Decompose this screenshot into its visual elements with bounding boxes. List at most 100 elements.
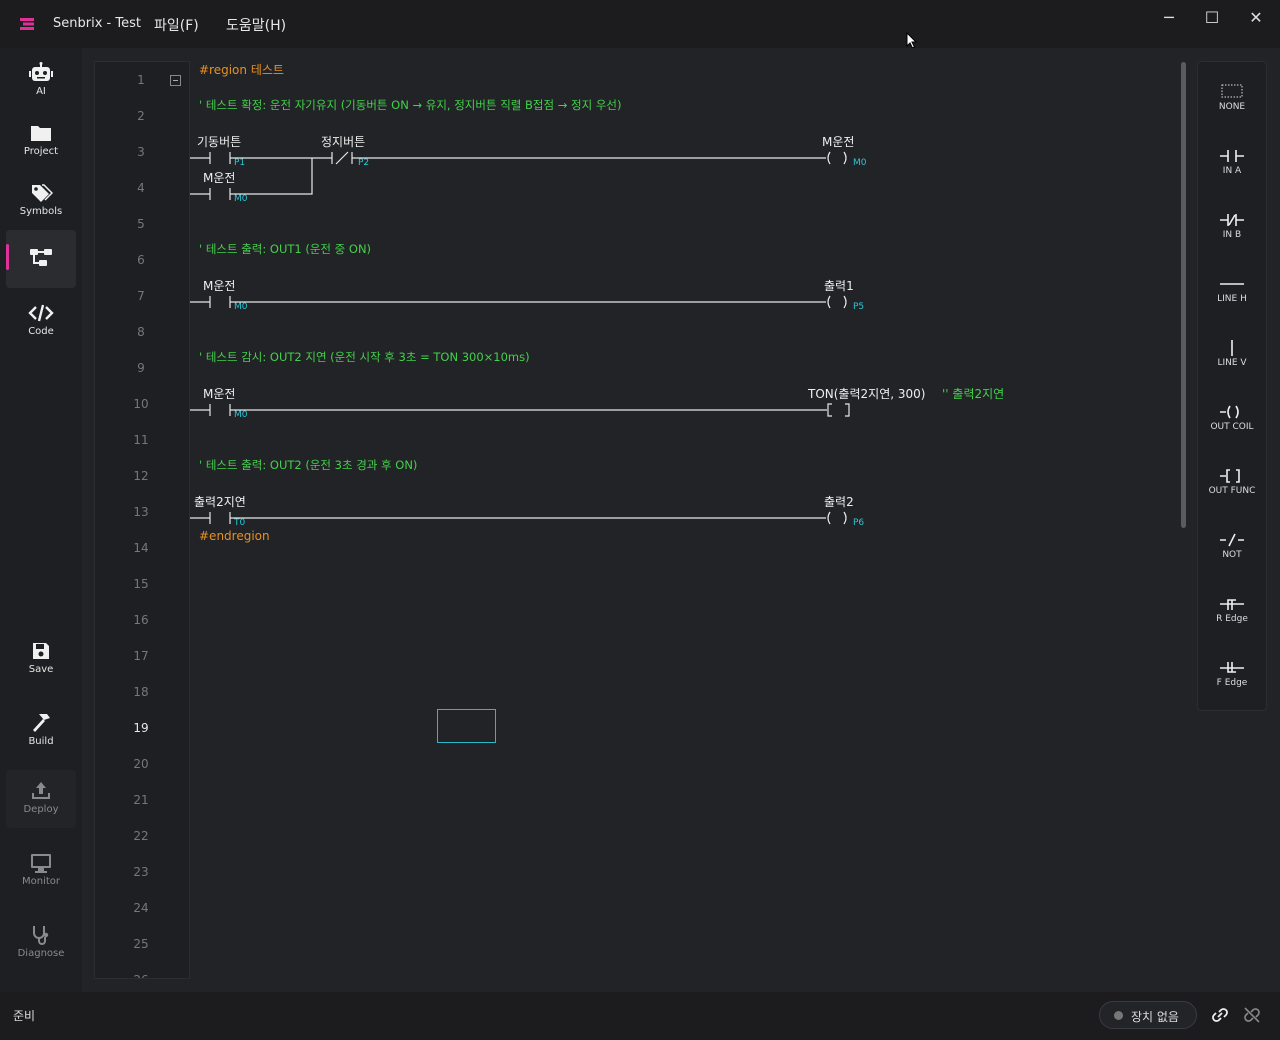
not-icon bbox=[1220, 533, 1244, 547]
line-number: 26 bbox=[95, 973, 187, 978]
sidebar-item-label: Project bbox=[23, 146, 59, 157]
coil-icon bbox=[1220, 405, 1239, 419]
sidebar-item-label: AI bbox=[36, 86, 46, 97]
line-number: 8 bbox=[137, 325, 145, 339]
sidebar-item-deploy[interactable]: Deploy bbox=[6, 770, 76, 828]
line-number: 13 bbox=[133, 505, 149, 519]
diagram-icon bbox=[30, 249, 52, 266]
cell-cursor[interactable] bbox=[437, 709, 496, 743]
code-icon bbox=[28, 304, 54, 322]
sidebar-item-ladder[interactable] bbox=[6, 230, 76, 288]
palette-out-func[interactable]: OUT FUNC bbox=[1198, 456, 1266, 516]
line-number: 9 bbox=[137, 361, 145, 375]
minimize-button[interactable]: ─ bbox=[1154, 8, 1184, 28]
palette-line-v[interactable]: LINE V bbox=[1198, 328, 1266, 388]
maximize-button[interactable]: ☐ bbox=[1197, 8, 1227, 28]
line-number: 10 bbox=[133, 397, 149, 411]
line-number: 2 bbox=[137, 109, 145, 123]
line-number: 17 bbox=[133, 649, 149, 663]
palette-f-edge[interactable]: F Edge bbox=[1198, 648, 1266, 708]
sidebar-item-project[interactable]: Project bbox=[6, 112, 76, 170]
none-icon bbox=[1221, 84, 1243, 98]
sidebar-item-symbols[interactable]: Symbols bbox=[6, 172, 76, 230]
line-number: 25 bbox=[133, 937, 149, 951]
palette-label: LINE H bbox=[1217, 294, 1247, 304]
line-number: 22 bbox=[133, 829, 149, 843]
palette-out-coil[interactable]: OUT COIL bbox=[1198, 392, 1266, 452]
line-number: 5 bbox=[137, 217, 145, 231]
sidebar-item-code[interactable]: Code bbox=[6, 292, 76, 350]
disconnect-link-icon[interactable] bbox=[1242, 1006, 1262, 1024]
line-number: 11 bbox=[133, 433, 149, 447]
line-number: 20 bbox=[133, 757, 149, 771]
line-number: 3 bbox=[137, 145, 145, 159]
sidebar-item-label: Monitor bbox=[21, 876, 60, 887]
app-logo-icon bbox=[20, 18, 34, 30]
device-status-dot-icon bbox=[1114, 1011, 1123, 1020]
vertical-line-icon bbox=[1231, 340, 1233, 356]
upload-icon bbox=[32, 782, 50, 799]
line-number: 16 bbox=[133, 613, 149, 627]
line-number: 19 bbox=[133, 721, 149, 735]
sidebar-item-monitor[interactable]: Monitor bbox=[6, 842, 76, 900]
horizontal-line-icon bbox=[1220, 283, 1244, 285]
ladder-wiring bbox=[190, 151, 850, 525]
line-number: 23 bbox=[133, 865, 149, 879]
sidebar: AI Project Symbols Code Save Build Deplo… bbox=[0, 48, 82, 992]
line-number: 24 bbox=[133, 901, 149, 915]
save-icon bbox=[33, 643, 49, 659]
palette-label: R Edge bbox=[1216, 614, 1248, 624]
robot-icon bbox=[29, 62, 53, 81]
app-title: Senbrix - Test bbox=[53, 16, 141, 31]
sidebar-item-label: Diagnose bbox=[17, 948, 65, 959]
palette-label: F Edge bbox=[1216, 678, 1248, 688]
sidebar-item-build[interactable]: Build bbox=[6, 702, 76, 760]
folder-icon bbox=[31, 126, 51, 141]
line-number: 7 bbox=[137, 289, 145, 303]
sidebar-item-label: Deploy bbox=[23, 804, 59, 815]
element-palette: NONE IN A IN B LINE H LINE V OUT COIL OU… bbox=[1197, 61, 1267, 711]
connect-link-icon[interactable] bbox=[1210, 1006, 1230, 1024]
sidebar-item-label: Build bbox=[28, 736, 54, 747]
palette-label: IN B bbox=[1222, 230, 1242, 240]
menu-help[interactable]: 도움말(H) bbox=[226, 15, 286, 35]
contact-b-icon bbox=[1220, 214, 1244, 226]
title-bar: Senbrix - Test 파일(F) 도움말(H) ─ ☐ ✕ bbox=[0, 0, 1280, 48]
hammer-icon bbox=[33, 714, 50, 732]
menu-file[interactable]: 파일(F) bbox=[154, 15, 199, 35]
sidebar-item-diagnose[interactable]: Diagnose bbox=[6, 914, 76, 972]
palette-none[interactable]: NONE bbox=[1198, 72, 1266, 132]
device-status-badge[interactable]: 장치 없음 bbox=[1099, 1001, 1197, 1029]
line-number-gutter: 1 2 3 4 5 6 7 8 9 10 11 12 13 14 15 16 17 18 19 20 21 22 23 24 2… bbox=[94, 61, 190, 979]
function-block-icon bbox=[1220, 469, 1240, 483]
stethoscope-icon bbox=[33, 926, 49, 945]
sidebar-item-label: Code bbox=[28, 326, 54, 337]
line-number: 14 bbox=[133, 541, 149, 555]
contact-a-icon bbox=[1220, 150, 1244, 162]
ladder-editor[interactable]: #region 테스트 ' 테스트 확정: 운전 자기유지 (기동버튼 ON →… bbox=[190, 61, 1178, 979]
line-number: 4 bbox=[137, 181, 145, 195]
sidebar-item-save[interactable]: Save bbox=[6, 630, 76, 688]
palette-not[interactable]: NOT bbox=[1198, 520, 1266, 580]
monitor-icon bbox=[31, 854, 51, 873]
palette-label: NOT bbox=[1222, 550, 1242, 560]
vertical-scrollbar[interactable] bbox=[1181, 62, 1186, 528]
line-number: 21 bbox=[133, 793, 149, 807]
palette-label: IN A bbox=[1222, 166, 1242, 176]
line-number: 15 bbox=[133, 577, 149, 591]
falling-edge-icon bbox=[1220, 662, 1244, 673]
sidebar-item-ai[interactable]: AI bbox=[6, 52, 76, 110]
palette-in-b[interactable]: IN B bbox=[1198, 200, 1266, 260]
palette-r-edge[interactable]: R Edge bbox=[1198, 584, 1266, 644]
status-bar: 준비 bbox=[0, 992, 1280, 1040]
palette-label: NONE bbox=[1218, 102, 1246, 112]
line-number: 1 bbox=[137, 73, 145, 87]
status-text: 준비 bbox=[13, 1009, 36, 1023]
sidebar-item-label: Save bbox=[28, 664, 54, 675]
palette-in-a[interactable]: IN A bbox=[1198, 136, 1266, 196]
palette-label: OUT FUNC bbox=[1208, 486, 1256, 496]
palette-line-h[interactable]: LINE H bbox=[1198, 264, 1266, 324]
close-button[interactable]: ✕ bbox=[1241, 8, 1271, 28]
device-status-text: 장치 없음 bbox=[1131, 1010, 1179, 1024]
rising-edge-icon bbox=[1220, 599, 1244, 610]
